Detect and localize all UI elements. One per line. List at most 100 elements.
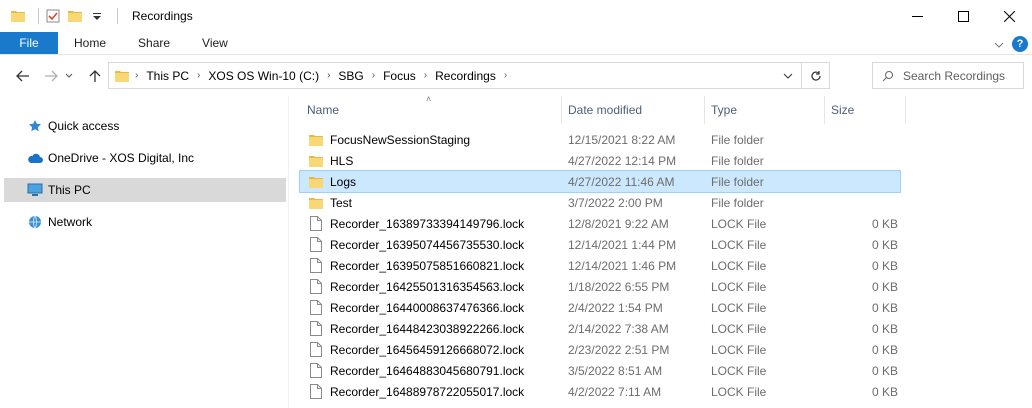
folder-icon [308,174,324,190]
file-name-cell: FocusNewSessionStaging [300,132,562,148]
chevron-right-icon[interactable]: › [422,70,429,81]
window-title: Recordings [132,9,193,23]
file-icon [308,300,324,316]
customize-toolbar-icon[interactable] [89,8,105,24]
refresh-button[interactable] [801,63,829,88]
file-type: LOCK File [711,216,767,231]
column-label: Date modified [568,103,643,117]
chevron-right-icon[interactable]: › [370,70,377,81]
search-box[interactable] [872,62,1024,89]
folder-icon[interactable] [10,8,26,24]
file-type: LOCK File [711,279,767,294]
table-row[interactable]: Test 3/7/2022 2:00 PM File folder [300,192,900,213]
file-date: 2/4/2022 1:54 PM [568,300,663,315]
file-date: 2/23/2022 2:51 PM [568,342,670,357]
forward-button[interactable] [38,63,64,89]
maximize-button[interactable] [940,0,986,32]
minimize-icon [911,15,923,17]
table-row[interactable]: Recorder_16448423038922266.lock 2/14/2022… [300,318,900,339]
file-date: 4/27/2022 11:46 AM [568,174,675,189]
breadcrumb-drive[interactable]: XOS OS Win-10 (C:) [202,69,325,83]
file-size: 0 KB [871,216,898,231]
file-name: Recorder_16488978722055017.lock [330,384,525,399]
close-button[interactable] [986,0,1032,32]
column-header-type[interactable]: Type [705,96,825,124]
file-icon [308,342,324,358]
column-header-size[interactable]: Size [825,96,906,124]
new-folder-icon[interactable] [67,8,83,24]
file-name-cell: Test [300,195,562,211]
file-type: LOCK File [711,363,767,378]
back-button[interactable] [10,63,36,89]
search-input[interactable] [903,68,1018,83]
maximize-icon [957,10,969,22]
close-icon [1003,10,1015,22]
back-arrow-icon [16,70,29,82]
sidebar-item-network[interactable]: Network [4,211,286,233]
file-name: Recorder_16395075851660821.lock [330,258,525,273]
tab-home[interactable]: Home [58,32,122,54]
file-size: 0 KB [871,300,898,315]
table-row[interactable]: Recorder_16395075851660821.lock 12/14/202… [300,255,900,276]
file-date: 4/2/2022 7:11 AM [568,384,662,399]
sort-ascending-icon: ˄ [426,94,432,104]
file-name-cell: Recorder_16395074456735530.lock [300,237,562,253]
sidebar-item-this-pc[interactable]: This PC [4,178,286,202]
file-type: File folder [711,132,764,147]
column-header-name[interactable]: ˄ Name [296,94,562,124]
chevron-right-icon[interactable]: › [195,70,202,81]
toolbar-separator [38,8,39,24]
expand-ribbon-icon[interactable] [994,37,1004,51]
table-row[interactable]: Logs 4/27/2022 11:46 AM File folder [299,170,901,193]
sidebar-item-onedrive[interactable]: OneDrive - XOS Digital, Inc [4,147,286,169]
chevron-right-icon[interactable]: › [133,70,140,81]
breadcrumb-this-pc[interactable]: This PC [140,69,195,83]
chevron-right-icon[interactable]: › [325,70,332,81]
table-row[interactable]: FocusNewSessionStaging 12/15/2021 8:22 AM… [300,129,900,150]
minimize-button[interactable] [894,0,940,32]
tab-view[interactable]: View [186,32,244,54]
table-row[interactable]: Recorder_16389733394149796.lock 12/8/2021… [300,213,900,234]
table-row[interactable]: Recorder_16456459126668072.lock 2/23/2022… [300,339,900,360]
recent-locations-button[interactable] [62,63,76,89]
chevron-down-icon [65,73,73,78]
properties-icon[interactable] [45,8,61,24]
sidebar-item-label: Quick access [48,119,120,133]
sidebar-item-label: OneDrive - XOS Digital, Inc [48,151,195,165]
breadcrumb-recordings[interactable]: Recordings [429,69,502,83]
file-type: File folder [711,174,764,189]
address-bar[interactable]: › This PC › XOS OS Win-10 (C:) › SBG › F… [108,62,830,89]
table-row[interactable]: Recorder_16395074456735530.lock 12/14/202… [300,234,900,255]
breadcrumb-focus[interactable]: Focus [377,69,422,83]
file-type: LOCK File [711,258,767,273]
up-button[interactable] [82,63,108,89]
table-row[interactable]: Recorder_16440008637476366.lock 2/4/2022 … [300,297,900,318]
file-size: 0 KB [871,237,898,252]
help-icon[interactable]: ? [1012,35,1028,52]
sidebar-item-quick-access[interactable]: Quick access [4,115,286,137]
quick-access-toolbar [0,0,124,32]
table-row[interactable]: HLS 4/27/2022 12:14 PM File folder [300,150,900,171]
file-name: Recorder_16389733394149796.lock [330,216,525,231]
file-name: Recorder_16440008637476366.lock [330,300,525,315]
file-name: FocusNewSessionStaging [330,132,471,147]
file-name: Recorder_16448423038922266.lock [330,321,525,336]
breadcrumb-sbg[interactable]: SBG [332,69,369,83]
title-bar: Recordings [0,0,1032,32]
table-row[interactable]: Recorder_16488978722055017.lock 4/2/2022 … [300,381,900,402]
pane-divider[interactable] [288,96,289,408]
file-name-cell: Logs [300,174,562,190]
file-size: 0 KB [871,279,898,294]
sidebar-item-label: Network [48,215,93,229]
table-row[interactable]: Recorder_16425501316354563.lock 1/18/2022… [300,276,900,297]
file-name: Logs [330,174,357,189]
file-name: HLS [330,153,354,168]
column-header-date[interactable]: Date modified [562,96,705,124]
table-row[interactable]: Recorder_16464883045680791.lock 3/5/2022 … [300,360,900,381]
tab-file[interactable]: File [0,32,58,54]
ribbon-right: ? [994,32,1028,55]
chevron-right-icon[interactable]: › [502,70,509,81]
tab-share[interactable]: Share [122,32,186,54]
file-type: LOCK File [711,384,767,399]
address-history-button[interactable] [775,63,801,88]
